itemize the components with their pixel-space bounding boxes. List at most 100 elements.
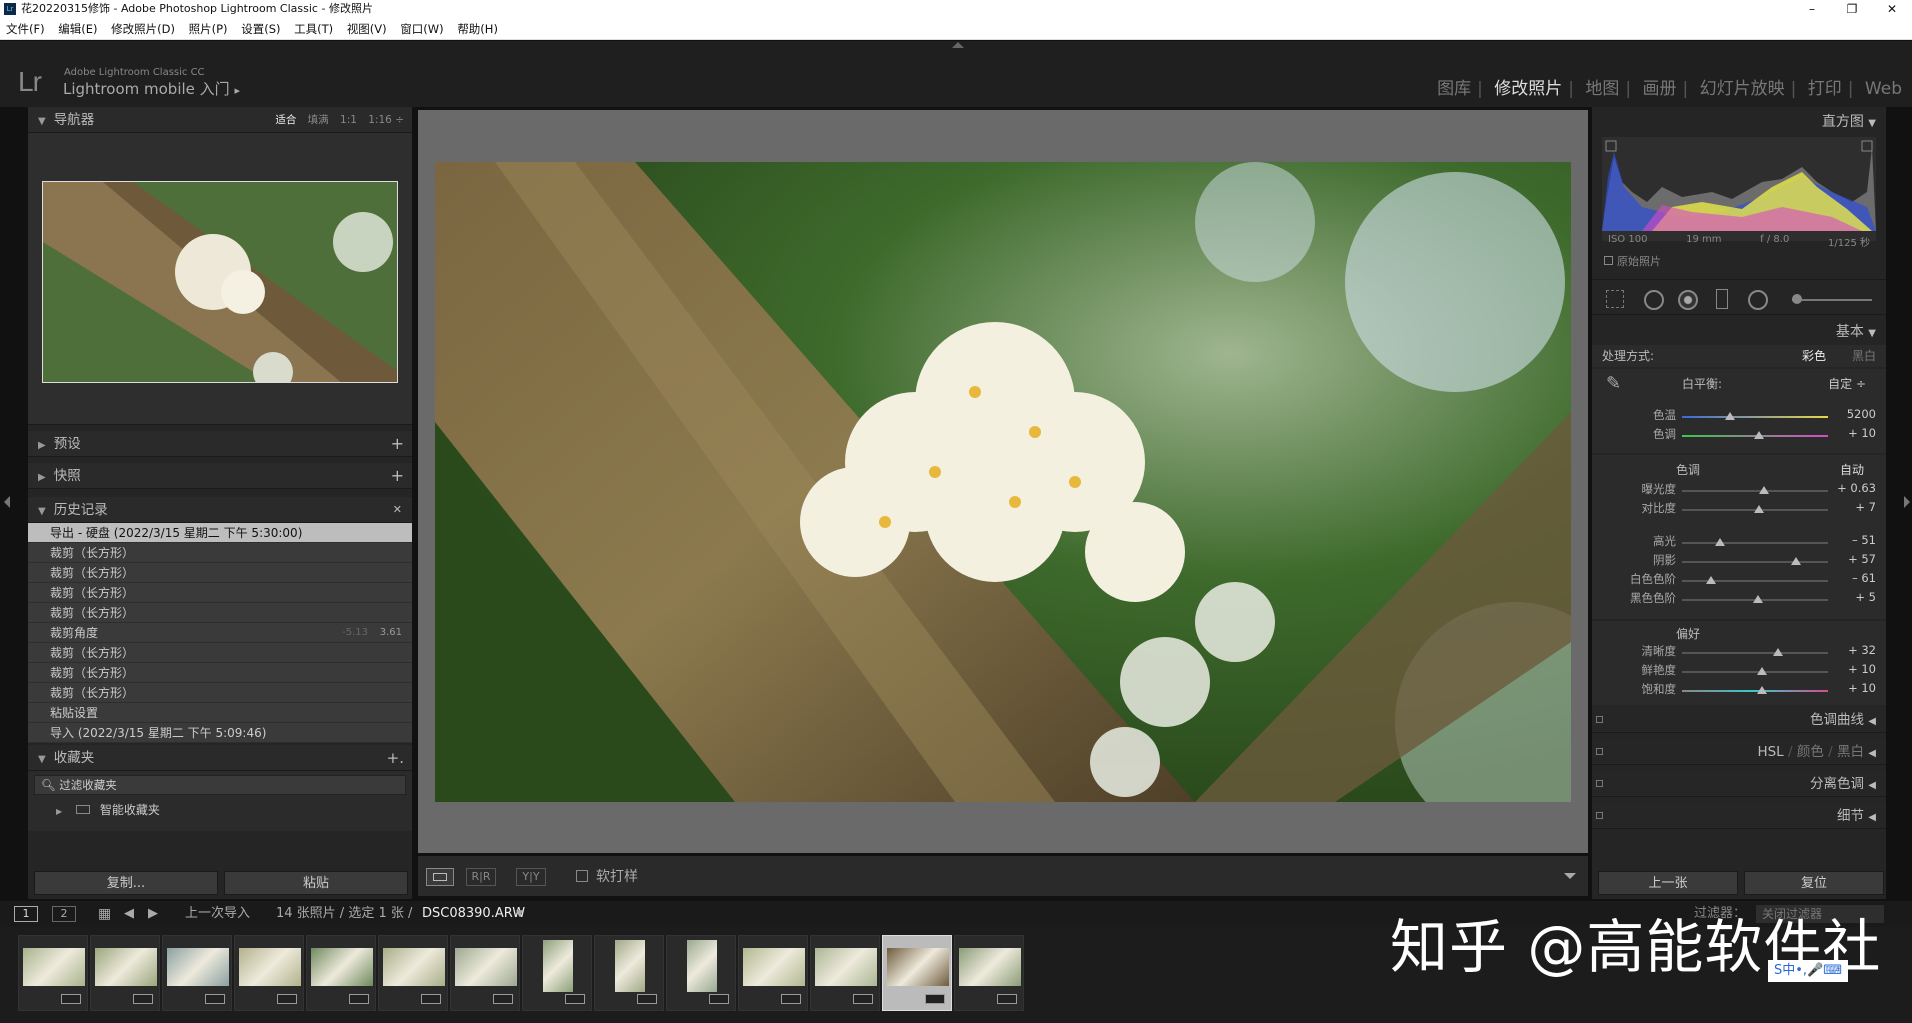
treatment-bw[interactable]: 黑白 xyxy=(1852,345,1876,367)
file-name[interactable]: DSC08390.ARW xyxy=(422,901,525,927)
slider-value[interactable]: + 10 xyxy=(1826,681,1876,695)
detail-header[interactable]: 细节 ◀ xyxy=(1592,803,1886,829)
spot-removal-icon[interactable] xyxy=(1644,290,1664,310)
source-label[interactable]: 上一次导入 xyxy=(185,901,250,927)
filmstrip-thumbnail[interactable] xyxy=(522,935,592,1011)
slider-knob[interactable] xyxy=(1773,648,1784,656)
filmstrip-thumbnail[interactable] xyxy=(450,935,520,1011)
window-1-button[interactable]: 1 xyxy=(14,906,38,922)
menu-develop[interactable]: 修改照片(D) xyxy=(111,22,175,36)
slider-knob[interactable] xyxy=(1758,486,1769,494)
filmstrip-thumbnail[interactable] xyxy=(738,935,808,1011)
filmstrip-thumbnail[interactable] xyxy=(882,935,952,1011)
slider-knob[interactable] xyxy=(1706,576,1717,584)
loupe-view-icon[interactable] xyxy=(426,868,454,886)
add-collection-icon[interactable]: +. xyxy=(387,745,404,771)
slider-track[interactable] xyxy=(1682,490,1828,492)
menu-help[interactable]: 帮助(H) xyxy=(457,22,498,36)
slider-value[interactable]: + 10 xyxy=(1826,426,1876,440)
snapshots-header[interactable]: ▶ 快照 + xyxy=(28,463,412,489)
main-photo[interactable] xyxy=(435,162,1571,802)
menu-window[interactable]: 窗口(W) xyxy=(400,22,443,36)
module-web[interactable]: Web xyxy=(1859,79,1908,99)
brand-main[interactable]: Lightroom mobile 入门 ▸ xyxy=(63,78,240,99)
close-button[interactable]: ✕ xyxy=(1872,0,1912,18)
eyedropper-icon[interactable]: ✎ xyxy=(1606,373,1621,394)
slider-track[interactable] xyxy=(1682,652,1828,654)
toggle-switch-icon[interactable] xyxy=(1596,716,1603,723)
left-panel-toggle-icon[interactable] xyxy=(4,496,10,508)
filmstrip-thumbnail[interactable] xyxy=(90,935,160,1011)
slider-knob[interactable] xyxy=(1790,557,1801,565)
slider-knob[interactable] xyxy=(1752,595,1763,603)
bw-tab[interactable]: 黑白 xyxy=(1837,744,1864,760)
history-item[interactable]: 裁剪（长方形） xyxy=(28,603,412,623)
add-preset-icon[interactable]: + xyxy=(391,431,404,457)
history-header[interactable]: ▼ 历史记录 ✕ xyxy=(28,497,412,523)
color-tab[interactable]: 颜色 xyxy=(1797,744,1824,760)
filmstrip-thumbnail[interactable] xyxy=(666,935,736,1011)
history-item[interactable]: 裁剪（长方形） xyxy=(28,563,412,583)
navigator-header[interactable]: ▼ 导航器 适合 填满 1:1 1:16 ÷ xyxy=(28,107,412,133)
paste-settings-button[interactable]: 粘贴 xyxy=(224,871,408,895)
original-photo-checkbox[interactable] xyxy=(1604,256,1613,265)
slider-track[interactable] xyxy=(1682,416,1828,418)
softproof-checkbox[interactable] xyxy=(576,870,588,882)
forward-arrow-icon[interactable]: ▶ xyxy=(148,901,158,927)
slider-track[interactable] xyxy=(1682,580,1828,582)
history-item[interactable]: 裁剪（长方形） xyxy=(28,543,412,563)
presets-header[interactable]: ▶ 预设 + xyxy=(28,431,412,457)
slider-value[interactable]: + 10 xyxy=(1826,662,1876,676)
red-eye-icon[interactable] xyxy=(1678,290,1698,310)
slider-value[interactable]: – 51 xyxy=(1826,533,1876,547)
history-item[interactable]: 导入 (2022/3/15 星期二 下午 5:09:46) xyxy=(28,723,412,743)
history-item[interactable]: 裁剪角度 -5.13 3.61 xyxy=(28,623,412,643)
slider-knob[interactable] xyxy=(1754,505,1765,513)
menu-settings[interactable]: 设置(S) xyxy=(241,22,280,36)
filmstrip-thumbnail[interactable] xyxy=(162,935,232,1011)
slider-value[interactable]: + 0.63 xyxy=(1826,481,1876,495)
module-library[interactable]: 图库 xyxy=(1431,79,1477,99)
right-panel-toggle-icon[interactable] xyxy=(1904,496,1910,508)
history-item[interactable]: 裁剪（长方形） xyxy=(28,643,412,663)
slider-value[interactable]: + 7 xyxy=(1826,500,1876,514)
histogram-header[interactable]: 直方图 ▼ xyxy=(1592,107,1886,135)
toggle-switch-icon[interactable] xyxy=(1596,812,1603,819)
filmstrip-thumbnail[interactable] xyxy=(18,935,88,1011)
filmstrip-thumbnail[interactable] xyxy=(306,935,376,1011)
menu-view[interactable]: 视图(V) xyxy=(347,22,387,36)
file-menu-icon[interactable]: ▼ xyxy=(516,901,523,927)
crop-tool-icon[interactable] xyxy=(1606,290,1624,308)
treatment-color[interactable]: 彩色 xyxy=(1802,345,1826,367)
zoom-1-1[interactable]: 1:1 xyxy=(340,114,357,126)
zoom-fit[interactable]: 适合 xyxy=(275,114,296,126)
reset-button[interactable]: 复位 xyxy=(1744,871,1884,895)
brush-tool-icon[interactable] xyxy=(1792,294,1802,304)
module-slideshow[interactable]: 幻灯片放映 xyxy=(1694,79,1791,99)
basic-header[interactable]: 基本 ▼ xyxy=(1592,319,1886,345)
toggle-switch-icon[interactable] xyxy=(1596,748,1603,755)
before-after-yy-icon[interactable]: Y|Y xyxy=(516,868,546,886)
wb-select[interactable]: 自定 ÷ xyxy=(1828,375,1866,392)
copy-settings-button[interactable]: 复制... xyxy=(34,871,218,895)
smart-collections-item[interactable]: ▶ 智能收藏夹 xyxy=(34,801,406,818)
radial-filter-icon[interactable] xyxy=(1748,290,1768,310)
slider-knob[interactable] xyxy=(1757,686,1768,694)
slider-knob[interactable] xyxy=(1754,431,1765,439)
restore-button[interactable]: ❐ xyxy=(1832,0,1872,18)
slider-value[interactable]: + 5 xyxy=(1826,590,1876,604)
history-item[interactable]: 裁剪（长方形） xyxy=(28,583,412,603)
collections-header[interactable]: ▼ 收藏夹 +. xyxy=(28,745,412,771)
split-toning-header[interactable]: 分离色调 ◀ xyxy=(1592,771,1886,797)
tone-auto-button[interactable]: 自动 xyxy=(1840,461,1864,478)
module-develop[interactable]: 修改照片 xyxy=(1488,79,1568,99)
slider-track[interactable] xyxy=(1682,561,1828,563)
slider-track[interactable] xyxy=(1682,690,1828,692)
filmstrip-thumbnail[interactable] xyxy=(594,935,664,1011)
slider-knob[interactable] xyxy=(1714,538,1725,546)
before-after-rr-icon[interactable]: R|R xyxy=(466,868,496,886)
minimize-button[interactable]: – xyxy=(1792,0,1832,18)
slider-value[interactable]: 5200 xyxy=(1826,407,1876,421)
slider-value[interactable]: + 57 xyxy=(1826,552,1876,566)
slider-track[interactable] xyxy=(1682,542,1828,544)
